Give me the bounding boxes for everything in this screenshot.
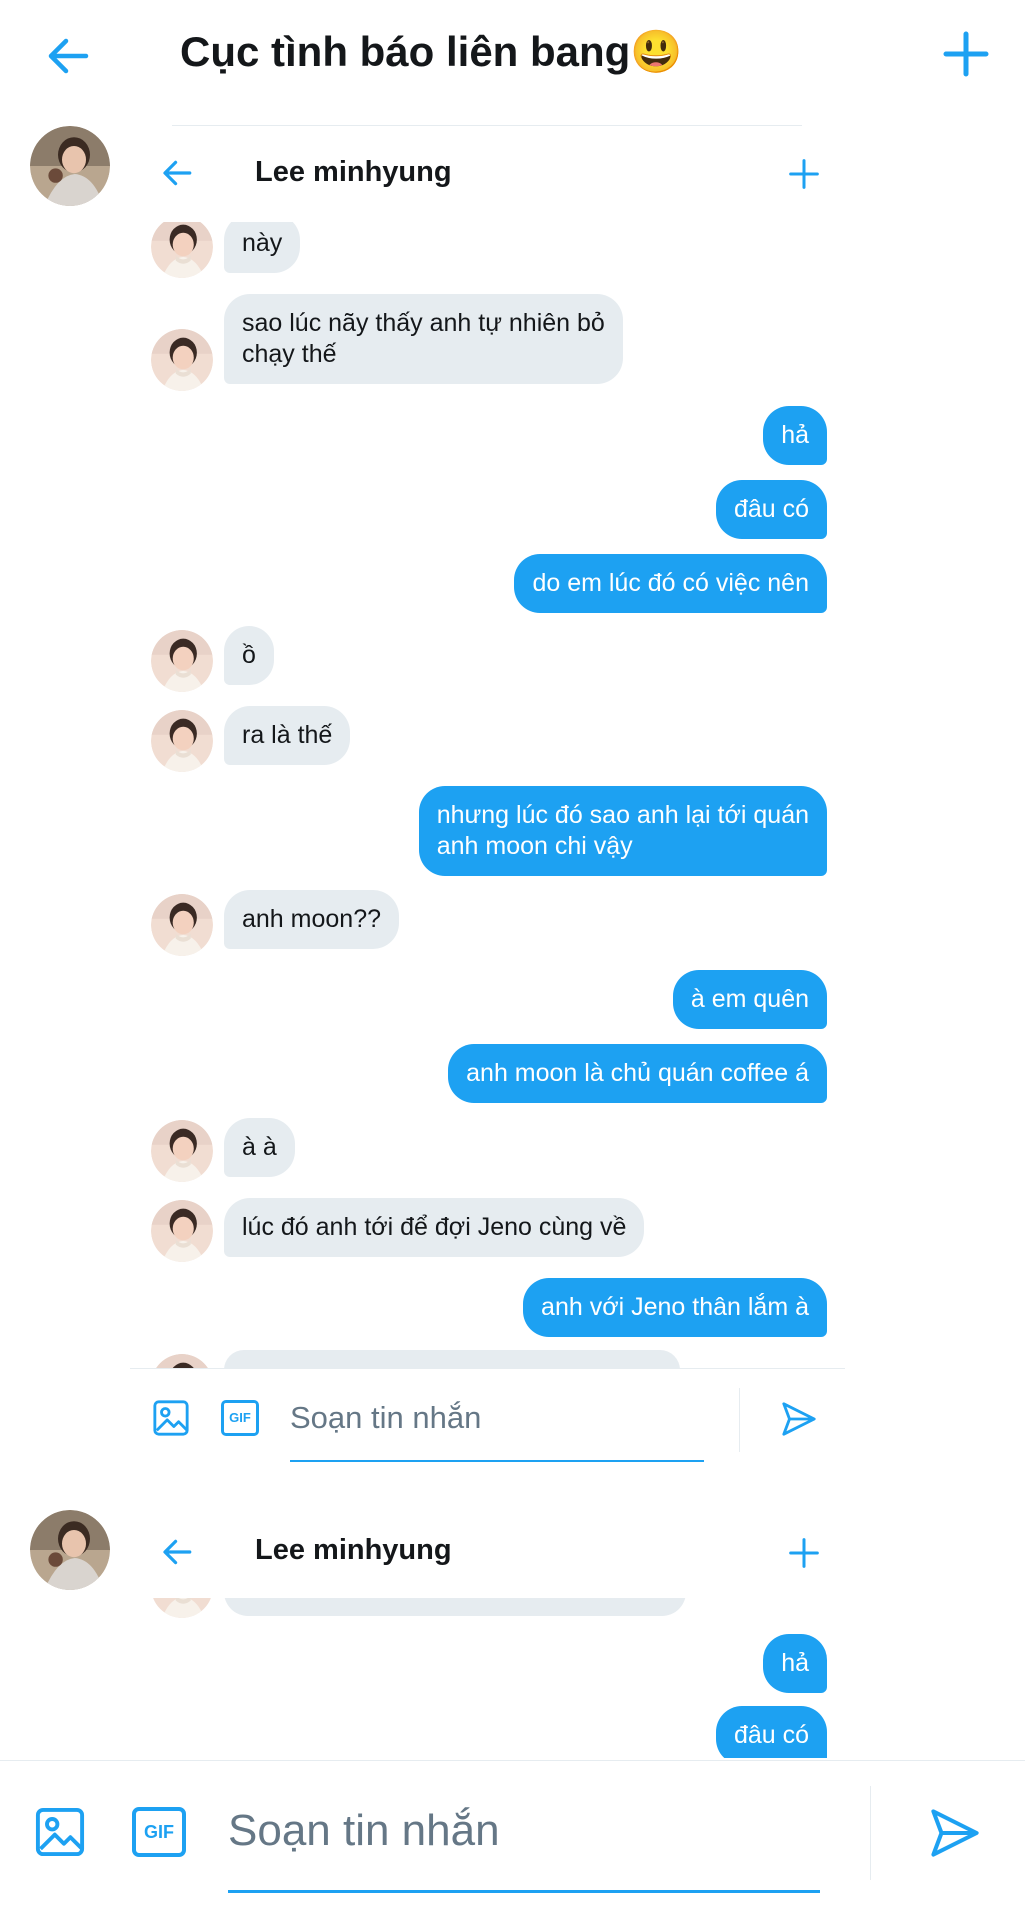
message-text: nhưng lúc đó sao anh lại tới quán xyxy=(436,801,809,829)
avatar xyxy=(151,630,213,692)
message-bubble-incoming[interactable]: à à xyxy=(224,1118,295,1177)
message-bubble-incoming[interactable]: ồ xyxy=(224,626,274,685)
conversation-title: Lee minhyung xyxy=(255,1534,452,1566)
avatar xyxy=(151,1598,213,1618)
message-bubble-incoming[interactable] xyxy=(224,1598,686,1616)
compose-divider xyxy=(0,1760,1025,1761)
message-text: chạy thế xyxy=(242,340,337,368)
embed-back-arrow-icon[interactable] xyxy=(160,156,194,195)
main-header: Cục tình báo liên bang😃 xyxy=(0,0,1025,110)
message-bubble-outgoing[interactable]: nhưng lúc đó sao anh lại tới quán anh mo… xyxy=(418,786,827,876)
message-text: do em lúc đó có việc nên xyxy=(532,569,809,597)
compose-separator xyxy=(739,1388,740,1452)
message-text: hả xyxy=(781,1649,809,1677)
gif-icon[interactable]: GIF xyxy=(132,1807,186,1857)
compose-underline xyxy=(228,1890,820,1893)
message-text: ồ xyxy=(242,641,256,669)
compose-separator xyxy=(870,1786,871,1880)
message-text: anh moon là chủ quán coffee á xyxy=(466,1059,809,1087)
avatar[interactable] xyxy=(30,126,110,206)
avatar xyxy=(151,329,213,391)
message-bubble-incoming[interactable]: này xyxy=(224,222,301,273)
compose-input[interactable]: Soạn tin nhắn xyxy=(290,1400,481,1436)
back-arrow-icon[interactable] xyxy=(44,32,92,80)
smiley-emoji-icon: 😃 xyxy=(630,28,683,75)
avatar xyxy=(151,710,213,772)
embed-plus-icon[interactable] xyxy=(788,1537,820,1574)
embed-back-arrow-icon[interactable] xyxy=(160,1535,194,1574)
message-bubble-outgoing[interactable]: anh moon là chủ quán coffee á xyxy=(448,1044,827,1103)
message-text: này xyxy=(242,229,283,257)
message-text: đâu có xyxy=(733,495,809,523)
send-icon[interactable] xyxy=(928,1806,982,1865)
message-bubble-incoming[interactable] xyxy=(224,1350,680,1368)
message-list: hả đâu có xyxy=(0,1598,1025,1758)
compose-placeholder: Soạn tin nhắn xyxy=(228,1806,500,1855)
message-text: à à xyxy=(242,1133,277,1161)
message-text: lúc đó anh tới để đợi Jeno cùng về xyxy=(242,1213,627,1241)
plus-icon[interactable] xyxy=(942,30,990,78)
page-title: Cục tình báo liên bang😃 xyxy=(180,28,683,77)
image-icon[interactable] xyxy=(34,1806,86,1863)
message-bubble-outgoing[interactable]: hả xyxy=(763,1634,827,1693)
message-text: hả xyxy=(781,421,809,449)
avatar xyxy=(151,1354,213,1368)
message-text: sao lúc nãy thấy anh tự nhiên bỏ xyxy=(242,309,605,337)
message-text: anh moon chi vậy xyxy=(436,832,633,860)
avatar xyxy=(151,1200,213,1262)
compose-input[interactable]: Soạn tin nhắn xyxy=(228,1806,500,1856)
avatar xyxy=(151,894,213,956)
message-bubble-incoming[interactable]: anh moon?? xyxy=(224,890,400,949)
message-text: ra là thế xyxy=(242,721,333,749)
compose-divider xyxy=(130,1368,845,1369)
message-bubble-outgoing[interactable]: à em quên xyxy=(672,970,827,1029)
message-bubble-incoming[interactable]: lúc đó anh tới để đợi Jeno cùng về xyxy=(224,1198,645,1257)
message-text: anh moon?? xyxy=(242,905,382,933)
compose-underline xyxy=(290,1460,704,1462)
compose-placeholder: Soạn tin nhắn xyxy=(290,1400,482,1435)
message-bubble-outgoing[interactable]: hả xyxy=(763,406,827,465)
embed-plus-icon[interactable] xyxy=(788,158,820,195)
message-text: anh với Jeno thân lắm à xyxy=(541,1293,809,1321)
message-bubble-outgoing[interactable]: đâu có xyxy=(715,480,827,539)
page-title-text: Cục tình báo liên bang xyxy=(180,28,631,75)
message-text: à em quên xyxy=(690,985,809,1013)
message-text: đâu có xyxy=(733,1721,809,1749)
message-bubble-outgoing[interactable]: do em lúc đó có việc nên xyxy=(514,554,827,613)
conversation-title: Lee minhyung xyxy=(255,156,452,188)
message-bubble-incoming[interactable]: ra là thế xyxy=(224,706,351,765)
gif-icon[interactable]: GIF xyxy=(221,1400,259,1436)
message-bubble-incoming[interactable]: sao lúc nãy thấy anh tự nhiên bỏ chạy th… xyxy=(224,294,623,384)
gif-label: GIF xyxy=(229,1410,251,1425)
message-list: này sao lúc nãy thấy anh tự nhiên bỏ chạ… xyxy=(0,222,1025,1368)
avatar xyxy=(151,222,213,278)
avatar[interactable] xyxy=(30,1510,110,1590)
message-bubble-outgoing[interactable]: đâu có xyxy=(715,1706,827,1758)
avatar xyxy=(151,1120,213,1182)
send-icon[interactable] xyxy=(780,1400,818,1443)
image-icon[interactable] xyxy=(152,1399,190,1442)
gif-label: GIF xyxy=(144,1822,174,1842)
embed-top-divider xyxy=(172,125,802,126)
message-bubble-outgoing[interactable]: anh với Jeno thân lắm à xyxy=(523,1278,827,1337)
